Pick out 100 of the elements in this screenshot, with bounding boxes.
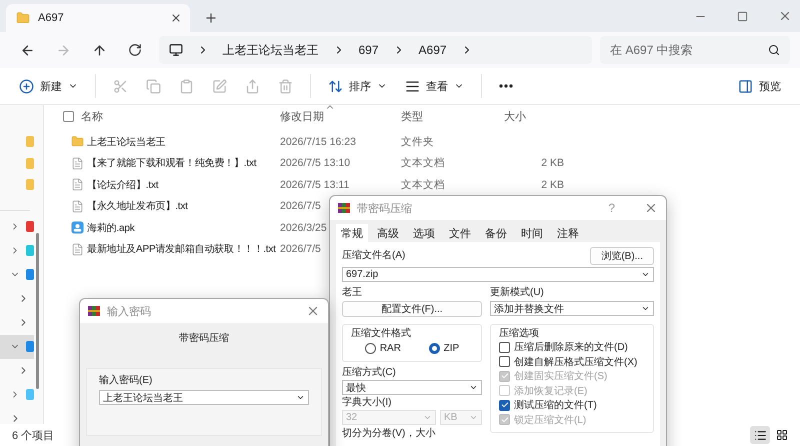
checkbox[interactable]	[499, 356, 510, 368]
breadcrumb-item[interactable]: A697	[418, 43, 447, 57]
column-header[interactable]: 类型	[401, 108, 504, 124]
file-name[interactable]: 上老王论坛当老王	[87, 134, 166, 149]
item-count: 6 个项目	[12, 428, 54, 442]
option-label: 锁定压缩文件(L)	[514, 414, 586, 427]
details-view-button[interactable]	[750, 426, 770, 444]
radio-button[interactable]	[428, 342, 440, 354]
caret-icon	[641, 304, 650, 313]
address-bar[interactable]: 上老王论坛当老王 697 A697	[158, 36, 592, 64]
dialog-tab[interactable]: 注释	[552, 224, 584, 242]
date-cell: 2026/7/5 13:11	[280, 178, 350, 191]
sort-icon	[328, 78, 343, 94]
dialog-tab[interactable]: 文件	[444, 224, 476, 242]
caret-icon	[423, 413, 432, 422]
field-label: 更新模式(U)	[490, 287, 545, 299]
refresh-icon[interactable]	[128, 43, 142, 57]
dialog-tab[interactable]: 备份	[480, 224, 512, 242]
type-cell: 文本文档	[401, 156, 445, 170]
window-tab[interactable]: A697	[6, 4, 190, 32]
profiles-button[interactable]: 配置文件(F)...	[342, 301, 482, 317]
update-mode-dropdown[interactable]: 添加并替换文件	[490, 301, 654, 316]
field-label: 切分为分卷(V)，大小	[342, 428, 436, 440]
close-icon[interactable]	[644, 201, 658, 215]
clipboard-icon	[179, 78, 194, 94]
copy-icon	[146, 78, 161, 94]
field-label: 老王	[342, 287, 363, 299]
checkmark-icon	[500, 372, 508, 380]
close-icon[interactable]	[306, 304, 320, 318]
up-icon[interactable]	[92, 42, 107, 58]
plus-circle-icon	[19, 78, 34, 94]
size-cell: 2 KB	[541, 157, 564, 170]
tab-title: A697	[38, 12, 65, 24]
file-name[interactable]: 最新地址及APP请发邮箱自动获取！！！.txt	[87, 242, 276, 256]
close-icon[interactable]	[778, 9, 792, 23]
dialog-tab[interactable]: 常规	[336, 224, 368, 242]
caret-icon	[469, 383, 478, 392]
document-icon	[71, 156, 84, 170]
preview-button[interactable]: 预览	[729, 71, 790, 101]
size-cell: 2 KB	[541, 178, 564, 191]
new-tab-icon[interactable]	[204, 11, 218, 25]
date-cell: 2026/7/15 16:23	[280, 136, 356, 148]
file-name[interactable]: 【来了就能下载和观看！纯免费！】.txt	[87, 156, 256, 170]
view-button[interactable]: 查看	[396, 71, 473, 101]
column-header[interactable]: 修改日期	[280, 108, 401, 124]
browse-button[interactable]: 浏览(B)...	[590, 247, 654, 265]
scissors-icon	[113, 78, 128, 94]
checkbox[interactable]	[499, 400, 510, 411]
checkbox[interactable]	[499, 342, 510, 353]
column-header[interactable]: 大小	[504, 108, 564, 124]
winrar-icon	[338, 202, 350, 214]
pen-icon	[212, 78, 227, 94]
option-label: 压缩后删除原来的文件(D)	[514, 340, 628, 354]
sort-button[interactable]: 排序	[319, 71, 396, 101]
dialog-tab[interactable]: 高级	[372, 224, 404, 242]
search-field[interactable]: 在 A697 中搜索	[600, 36, 790, 64]
select-all-checkbox[interactable]	[63, 110, 74, 122]
method-dropdown[interactable]: 最快	[342, 380, 482, 395]
document-icon	[71, 242, 84, 256]
folder-icon	[16, 11, 30, 25]
file-name[interactable]: 【永久地址发布页】.txt	[87, 199, 188, 214]
app-icon	[71, 221, 84, 234]
dialog-tab[interactable]: 时间	[516, 224, 548, 242]
option-label: 创建自解压格式压缩文件(X)	[514, 356, 638, 369]
archive-name-field[interactable]: 697.zip	[342, 267, 654, 282]
option-label: 创建固实压缩文件(S)	[514, 370, 608, 384]
winrar-icon	[88, 305, 100, 317]
field-label: 压缩文件名(A)	[342, 250, 406, 262]
column-header[interactable]: 名称	[81, 108, 280, 124]
file-name[interactable]: 【论坛介绍】.txt	[87, 178, 158, 192]
radio-label: RAR	[380, 342, 401, 354]
group-label: 压缩选项	[499, 328, 540, 340]
caret-icon	[641, 270, 650, 279]
radio-button[interactable]	[364, 342, 376, 354]
new-button[interactable]: 新建	[10, 71, 87, 101]
breadcrumb-item[interactable]: 697	[358, 43, 379, 57]
lines-icon	[405, 78, 420, 94]
dialog-title: 带密码压缩	[357, 202, 413, 216]
option-label: 测试压缩的文件(T)	[514, 398, 597, 412]
date-cell: 2026/7/5	[280, 200, 321, 212]
option-label: 添加恢复记录(E)	[514, 384, 588, 398]
close-icon[interactable]	[170, 12, 182, 24]
file-name[interactable]: 海莉的.apk	[87, 220, 135, 235]
list-icon	[754, 428, 766, 442]
more-icon	[499, 84, 513, 88]
back-icon[interactable]	[20, 42, 36, 58]
dialog-heading: 带密码压缩	[178, 333, 230, 345]
breadcrumb-item[interactable]: 上老王论坛当老王	[222, 42, 318, 58]
search-icon	[768, 44, 780, 56]
type-cell: 文本文档	[401, 178, 445, 192]
folder-icon	[71, 135, 84, 148]
document-icon	[71, 178, 84, 192]
maximize-icon[interactable]	[737, 10, 748, 22]
type-cell: 文件夹	[401, 134, 434, 149]
date-cell: 2026/7/5 13:10	[280, 157, 350, 170]
date-cell: 2026/3/25	[280, 222, 327, 234]
dialog-tab[interactable]: 选项	[408, 224, 440, 242]
password-field[interactable]: 上老王论坛当老王	[99, 390, 309, 405]
sidebar-item[interactable]	[0, 334, 34, 358]
trash-icon	[278, 78, 293, 94]
